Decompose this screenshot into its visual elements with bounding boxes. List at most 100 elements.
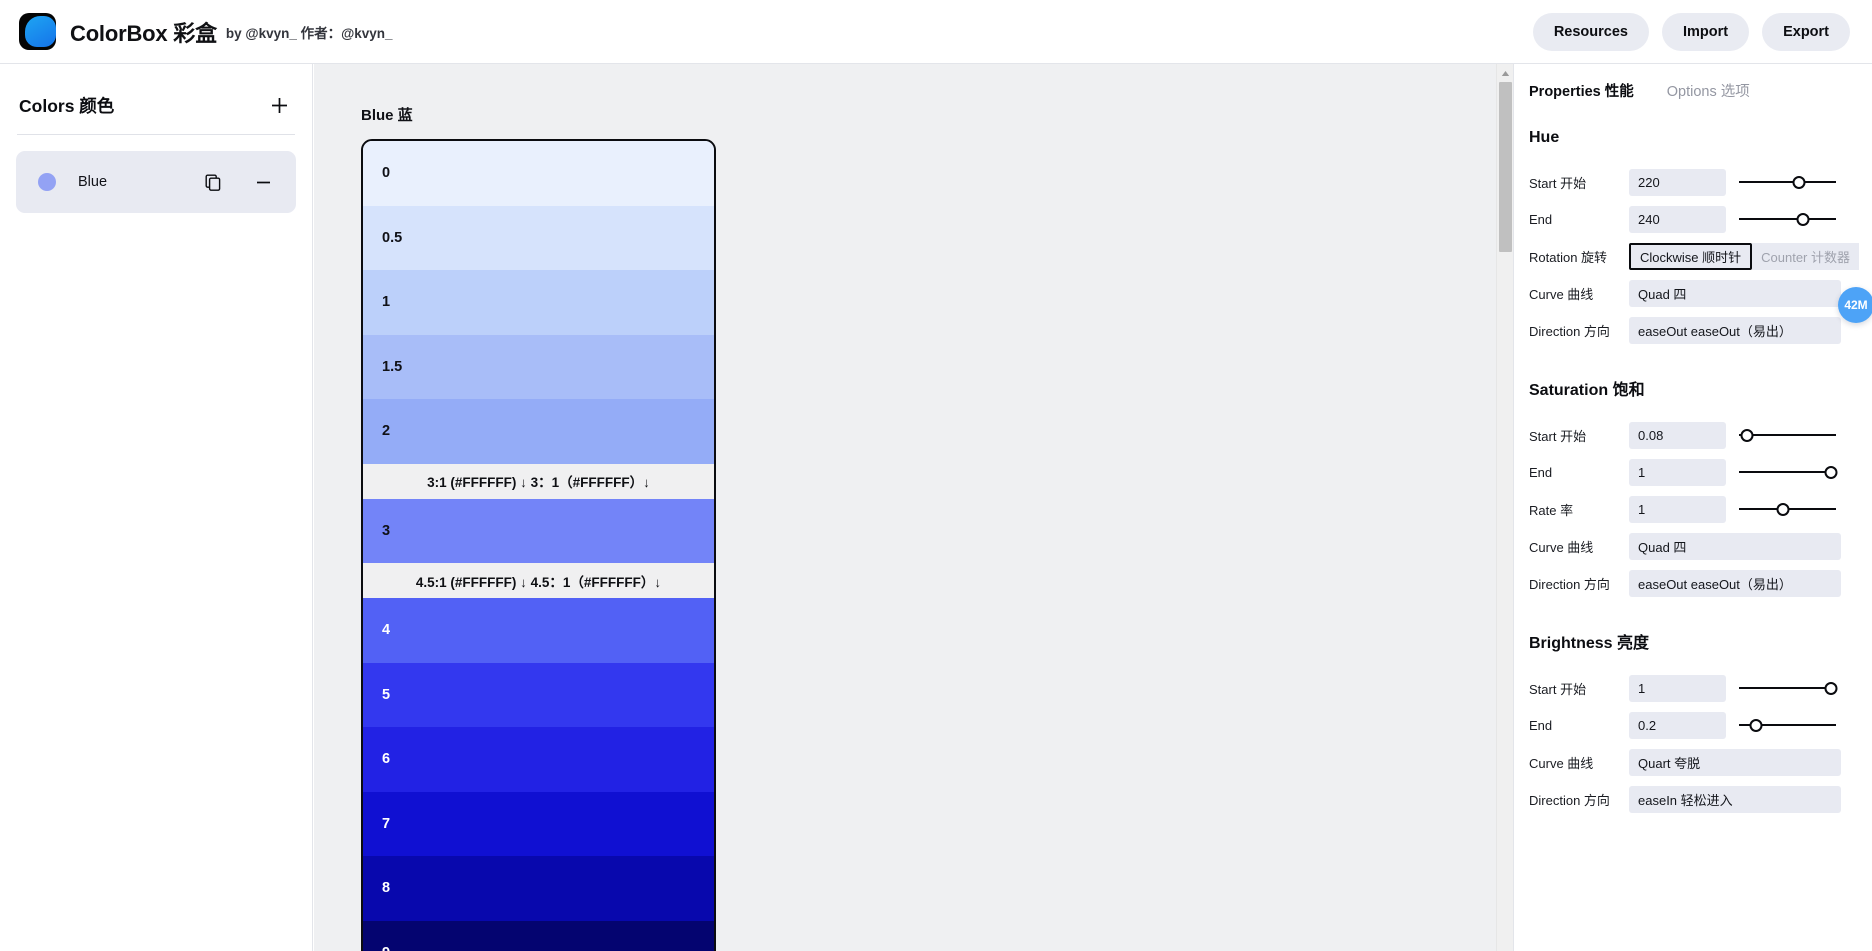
segment-option[interactable]: Clockwise 顺时针: [1629, 242, 1753, 270]
property-label: Rate 率: [1529, 502, 1574, 518]
slider-thumb[interactable]: [1824, 465, 1838, 479]
remove-color-button[interactable]: [252, 171, 274, 193]
property-input[interactable]: [1629, 421, 1726, 449]
property-row: Direction 方向: [1529, 312, 1841, 348]
slider-track: [1739, 686, 1836, 689]
sidebar-title: Colors 颜色: [19, 95, 115, 116]
canvas-area: Blue 蓝 0 0.5 1 1.5 2 3:1 (#FFFFFF) ↓ 3：1（#FFF…: [314, 64, 1513, 951]
property-label: End: [1529, 211, 1553, 227]
export-button[interactable]: Export: [1762, 12, 1850, 51]
resources-button[interactable]: Resources: [1532, 12, 1649, 51]
property-label: End: [1529, 464, 1553, 480]
property-label: Direction 方向: [1529, 576, 1610, 592]
properties-panel: Properties 性能 Options 选项 Hue Start 开始 End R…: [1513, 64, 1872, 951]
property-select[interactable]: [1629, 748, 1841, 776]
property-label: Start 开始: [1529, 681, 1587, 697]
property-select[interactable]: [1629, 316, 1841, 344]
property-row: Direction 方向: [1529, 565, 1841, 601]
swatch-step[interactable]: 1: [363, 270, 714, 335]
property-label: Curve 曲线: [1529, 755, 1594, 771]
property-slider[interactable]: [1739, 422, 1836, 449]
canvas-scrollbar[interactable]: [1496, 64, 1513, 951]
chevron-up-icon[interactable]: [1497, 66, 1513, 80]
property-input[interactable]: [1629, 168, 1726, 196]
property-input[interactable]: [1629, 674, 1726, 702]
slider-track: [1739, 217, 1836, 220]
status-badge[interactable]: 42M: [1838, 287, 1872, 323]
slider-track: [1739, 470, 1836, 473]
swatch-step[interactable]: 0.5: [363, 205, 714, 270]
tab-properties[interactable]: Properties 性能: [1529, 80, 1634, 101]
property-label: Rotation 旋转: [1529, 249, 1608, 265]
property-input[interactable]: [1629, 205, 1726, 233]
add-color-button[interactable]: [265, 91, 293, 119]
top-bar-actions: Resources Import Export: [1532, 12, 1850, 51]
property-select[interactable]: [1629, 532, 1841, 560]
tab-options[interactable]: Options 选项: [1667, 80, 1750, 101]
list-item[interactable]: Blue: [16, 151, 296, 213]
property-input[interactable]: [1629, 495, 1726, 523]
property-label: Direction 方向: [1529, 792, 1610, 808]
property-row: Direction 方向: [1529, 781, 1841, 817]
property-row: End: [1529, 707, 1836, 743]
copy-icon: [205, 174, 220, 191]
slider-thumb[interactable]: [1796, 212, 1810, 226]
property-label: Direction 方向: [1529, 323, 1610, 339]
property-input[interactable]: [1629, 458, 1726, 486]
segment-option[interactable]: Counter 计数器: [1752, 242, 1859, 270]
color-swatch-dot: [38, 173, 56, 191]
swatch-group-title: Blue 蓝: [361, 107, 413, 124]
section-title: Saturation 饱和: [1529, 382, 1645, 399]
swatch-step[interactable]: 1.5: [363, 334, 714, 399]
property-row: Curve 曲线: [1529, 528, 1841, 564]
property-slider[interactable]: [1739, 496, 1836, 523]
swatch-card: 0 0.5 1 1.5 2 3:1 (#FFFFFF) ↓ 3：1（#FFFFFF）↓ 3 4…: [361, 139, 716, 951]
property-slider[interactable]: [1739, 675, 1838, 702]
slider-thumb[interactable]: [1792, 175, 1806, 189]
contrast-marker: 4.5:1 (#FFFFFF) ↓ 4.5：1（#FFFFFF）↓: [363, 563, 714, 598]
slider-thumb[interactable]: [1824, 681, 1838, 695]
sidebar: Colors 颜色 Blue: [0, 64, 313, 951]
property-row: End: [1529, 454, 1838, 490]
property-label: End: [1529, 717, 1553, 733]
contrast-marker: 3:1 (#FFFFFF) ↓ 3：1（#FFFFFF）↓: [363, 463, 714, 499]
property-select[interactable]: [1629, 785, 1841, 813]
swatch-step[interactable]: 7: [363, 791, 714, 856]
property-slider[interactable]: [1739, 712, 1836, 739]
panel-tabs: Properties 性能 Options 选项: [1514, 64, 1872, 101]
list-item-actions: [202, 171, 274, 193]
page-title: ColorBox 彩盒: [70, 20, 217, 46]
swatch-group: Blue 蓝 0 0.5 1 1.5 2 3:1 (#FFFFFF) ↓ 3：1（#FFF…: [361, 104, 716, 951]
plus-icon: [271, 97, 287, 113]
swatch-step[interactable]: 6: [363, 727, 714, 792]
property-row: Curve 曲线: [1529, 744, 1841, 780]
swatch-step[interactable]: 5: [363, 662, 714, 727]
property-slider[interactable]: [1739, 206, 1836, 233]
property-label: Start 开始: [1529, 175, 1587, 191]
swatch-step[interactable]: 8: [363, 856, 714, 921]
swatch-step[interactable]: 4: [363, 598, 714, 663]
section-title: Brightness 亮度: [1529, 635, 1650, 652]
property-slider[interactable]: [1739, 169, 1836, 196]
slider-thumb[interactable]: [1749, 718, 1763, 732]
import-button[interactable]: Import: [1661, 12, 1750, 51]
property-select[interactable]: [1629, 279, 1841, 307]
slider-thumb[interactable]: [1740, 428, 1754, 442]
property-input[interactable]: [1629, 711, 1726, 739]
slider-thumb[interactable]: [1776, 502, 1790, 516]
property-label: Curve 曲线: [1529, 286, 1594, 302]
scrollbar-thumb[interactable]: [1499, 82, 1512, 252]
top-bar: ColorBox 彩盒 by @kvyn_ 作者：@kvyn_ Resource…: [0, 0, 1872, 64]
duplicate-color-button[interactable]: [202, 171, 224, 193]
swatch-step[interactable]: 9: [363, 920, 714, 951]
minus-icon: [256, 181, 270, 183]
swatch-step[interactable]: 3: [363, 498, 714, 563]
property-row: Rate 率: [1529, 491, 1836, 527]
brand: ColorBox 彩盒 by @kvyn_ 作者：@kvyn_: [19, 13, 393, 50]
swatch-step[interactable]: 0: [363, 141, 714, 206]
property-row: Rotation 旋转 Clockwise 顺时针 Counter 计数器: [1529, 238, 1859, 274]
swatch-step[interactable]: 2: [363, 399, 714, 464]
property-select[interactable]: [1629, 569, 1841, 597]
property-slider[interactable]: [1739, 459, 1838, 486]
app-root: ColorBox 彩盒 by @kvyn_ 作者：@kvyn_ Resource…: [0, 0, 1872, 951]
